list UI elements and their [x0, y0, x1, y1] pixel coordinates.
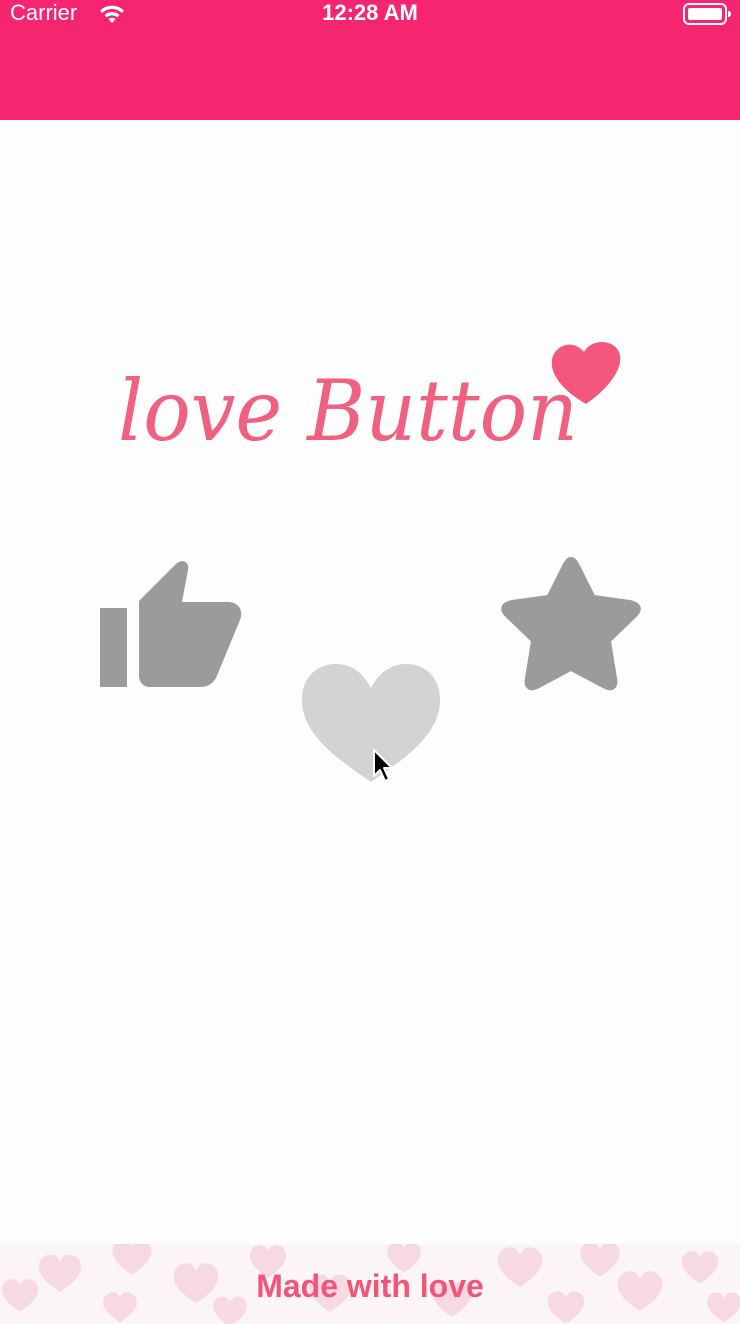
heart-icon	[302, 664, 440, 782]
thumbs-up-button[interactable]	[100, 556, 244, 695]
clock: 12:28 AM	[322, 0, 418, 25]
logo: love Button	[118, 341, 621, 460]
star-button[interactable]	[500, 554, 642, 699]
thumbs-up-icon	[100, 561, 242, 687]
status-bar: Carrier 12:28 AM	[0, 0, 740, 28]
footer-text: Made with love	[256, 1268, 484, 1304]
logo-text: love Button	[118, 362, 578, 460]
battery-icon	[683, 3, 731, 25]
star-icon	[501, 557, 641, 691]
heart-button[interactable]	[300, 662, 442, 789]
mouse-cursor-icon	[373, 749, 393, 782]
